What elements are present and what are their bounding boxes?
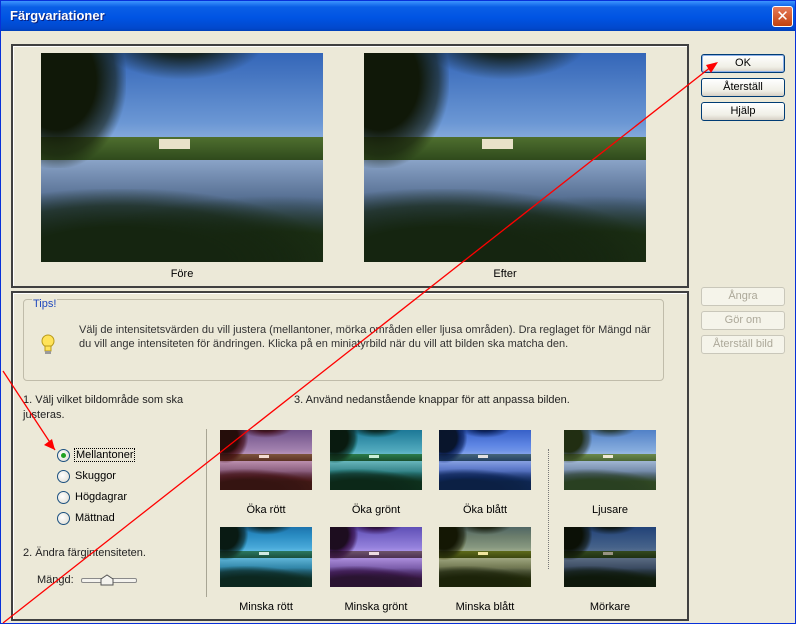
radio-label: Högdagrar xyxy=(75,491,127,503)
vertical-divider xyxy=(206,429,207,597)
close-icon[interactable]: ✕ xyxy=(772,6,793,27)
variation-thumbnail[interactable] xyxy=(564,430,656,490)
radio-shadows[interactable]: Skuggor xyxy=(57,468,117,484)
amount-slider-thumb[interactable] xyxy=(100,574,114,586)
radio-circle[interactable] xyxy=(57,511,70,525)
window-title: Färgvariationer xyxy=(10,8,105,23)
lightbulb-icon xyxy=(41,334,55,354)
radio-highlights[interactable]: Högdagrar xyxy=(57,489,128,505)
redo-button[interactable]: Gör om xyxy=(701,311,785,330)
before-image xyxy=(41,53,323,262)
help-button[interactable]: Hjälp xyxy=(701,102,785,121)
tips-text: Välj de intensitetsvärden du vill juster… xyxy=(79,324,651,350)
reset-button[interactable]: Återställ xyxy=(701,78,785,97)
tips-title: Tips! xyxy=(32,298,58,310)
undo-button[interactable]: Ångra xyxy=(701,287,785,306)
variation-label: Ljusare xyxy=(591,504,629,516)
radio-label: Mellantoner xyxy=(74,448,136,462)
radio-midtones[interactable]: Mellantoner xyxy=(57,447,136,463)
reset-image-button[interactable]: Återställ bild xyxy=(701,335,785,354)
step1-text: 1. Välj vilket bildområde som ska juster… xyxy=(23,394,184,421)
variation-label: Öka grönt xyxy=(351,504,401,516)
after-label: Efter xyxy=(493,268,517,280)
variation-label: Minska rött xyxy=(239,601,293,613)
radio-saturation[interactable]: Mättnad xyxy=(57,510,116,526)
radio-circle[interactable] xyxy=(57,490,70,504)
variation-label: Minska blått xyxy=(455,601,515,613)
step2-text: 2. Ändra färgintensiteten. xyxy=(23,547,146,559)
variation-label: Mörkare xyxy=(589,601,631,613)
color-variations-dialog: Färgvariationer ✕ Före Efter Tips! Välj … xyxy=(0,0,796,624)
before-label: Före xyxy=(170,268,194,280)
amount-label: Mängd: xyxy=(37,574,74,586)
variation-thumbnail[interactable] xyxy=(220,527,312,587)
radio-label: Mättnad xyxy=(75,512,115,524)
dotted-divider xyxy=(548,449,549,569)
radio-circle[interactable] xyxy=(57,469,70,483)
variation-thumbnail[interactable] xyxy=(564,527,656,587)
after-image xyxy=(364,53,646,262)
variation-thumbnail[interactable] xyxy=(439,527,531,587)
radio-circle[interactable] xyxy=(57,448,70,462)
variation-label: Öka blått xyxy=(462,504,508,516)
variation-thumbnail[interactable] xyxy=(330,430,422,490)
step3-text: 3. Använd nedanstående knappar för att a… xyxy=(294,394,570,406)
ok-button[interactable]: OK xyxy=(701,54,785,73)
radio-label: Skuggor xyxy=(75,470,116,482)
title-bar[interactable]: Färgvariationer ✕ xyxy=(1,1,795,31)
variation-label: Öka rött xyxy=(246,504,286,516)
variation-thumbnail[interactable] xyxy=(330,527,422,587)
variation-thumbnail[interactable] xyxy=(220,430,312,490)
variation-label: Minska grönt xyxy=(344,601,408,613)
variation-thumbnail[interactable] xyxy=(439,430,531,490)
